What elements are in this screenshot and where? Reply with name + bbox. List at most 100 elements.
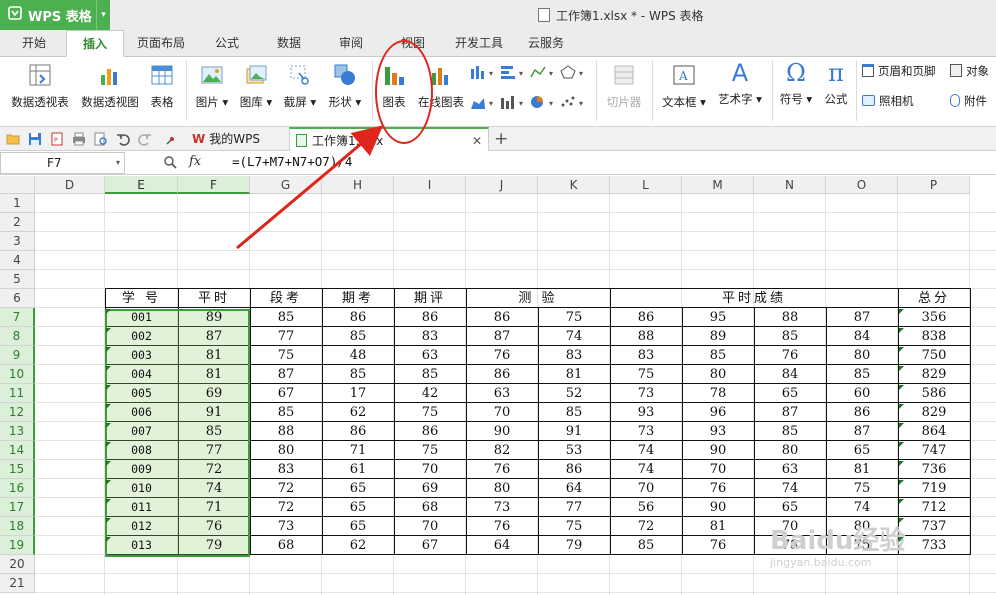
customize-toolbar-icon[interactable] — [165, 132, 179, 146]
table-cell[interactable]: 73 — [610, 384, 682, 403]
table-cell[interactable]: 012 — [105, 517, 178, 536]
table-cell[interactable]: 86 — [394, 308, 466, 327]
table-cell[interactable]: 009 — [105, 460, 178, 479]
table-cell[interactable]: 86 — [466, 308, 538, 327]
table-cell[interactable]: 829 — [898, 365, 970, 384]
table-cell[interactable]: 72 — [178, 460, 250, 479]
table-cell[interactable]: 87 — [826, 308, 898, 327]
zoom-search-icon[interactable] — [163, 155, 177, 169]
row-header-9[interactable]: 9 — [0, 346, 35, 365]
table-cell[interactable]: 95 — [682, 308, 754, 327]
table-cell[interactable]: 86 — [538, 460, 610, 479]
table-cell[interactable]: 80 — [754, 441, 826, 460]
table-cell[interactable]: 004 — [105, 365, 178, 384]
header-student-id[interactable]: 学 号 — [105, 289, 178, 308]
formula-input[interactable]: =(L7+M7+N7+O7)/4 — [232, 154, 352, 169]
table-cell[interactable]: 65 — [322, 517, 394, 536]
table-cell[interactable]: 88 — [754, 308, 826, 327]
header-footer-button[interactable]: 页眉和页脚 — [862, 63, 936, 79]
table-cell[interactable]: 76 — [682, 479, 754, 498]
column-header-N[interactable]: N — [754, 176, 826, 194]
table-cell[interactable]: 96 — [682, 403, 754, 422]
table-cell[interactable]: 53 — [538, 441, 610, 460]
tab-developer[interactable]: 开发工具 — [448, 30, 510, 57]
save-icon[interactable] — [28, 132, 42, 146]
table-cell[interactable]: 68 — [250, 536, 322, 555]
table-cell[interactable]: 86 — [394, 422, 466, 441]
table-cell[interactable]: 17 — [322, 384, 394, 403]
table-cell[interactable]: 85 — [754, 422, 826, 441]
table-cell[interactable]: 005 — [105, 384, 178, 403]
table-cell[interactable]: 87 — [178, 327, 250, 346]
table-cell[interactable]: 70 — [466, 403, 538, 422]
name-box[interactable]: F7 ▾ — [0, 152, 125, 174]
tab-cloud[interactable]: 云服务 — [518, 30, 574, 57]
table-cell[interactable]: 48 — [322, 346, 394, 365]
table-cell[interactable]: 71 — [178, 498, 250, 517]
row-header-17[interactable]: 17 — [0, 498, 35, 517]
table-cell[interactable]: 88 — [610, 327, 682, 346]
table-cell[interactable]: 73 — [250, 517, 322, 536]
table-cell[interactable]: 63 — [754, 460, 826, 479]
row-header-5[interactable]: 5 — [0, 270, 35, 289]
table-cell[interactable]: 76 — [466, 517, 538, 536]
table-cell[interactable]: 74 — [610, 460, 682, 479]
table-cell[interactable]: 75 — [538, 517, 610, 536]
table-cell[interactable]: 80 — [466, 479, 538, 498]
table-cell[interactable]: 65 — [322, 498, 394, 517]
table-cell[interactable]: 61 — [322, 460, 394, 479]
table-cell[interactable]: 85 — [538, 403, 610, 422]
tab-data[interactable]: 数据 — [264, 30, 314, 57]
table-cell[interactable]: 85 — [250, 403, 322, 422]
row-header-19[interactable]: 19 — [0, 536, 35, 555]
table-cell[interactable]: 87 — [466, 327, 538, 346]
table-cell[interactable]: 69 — [178, 384, 250, 403]
pie-chart-dropdown[interactable]: ▾ — [530, 95, 558, 112]
table-cell[interactable]: 838 — [898, 327, 970, 346]
area-chart-dropdown[interactable]: ▾ — [470, 95, 498, 112]
bar-chart-dropdown[interactable]: ▾ — [500, 65, 528, 82]
table-cell[interactable]: 62 — [322, 403, 394, 422]
row-header-1[interactable]: 1 — [0, 194, 35, 213]
row-header-10[interactable]: 10 — [0, 365, 35, 384]
column-header-H[interactable]: H — [322, 176, 394, 194]
table-cell[interactable]: 71 — [322, 441, 394, 460]
wps-app-menu-button[interactable]: WPS 表格 ▾ — [0, 0, 110, 30]
table-cell[interactable]: 74 — [826, 498, 898, 517]
table-cell[interactable]: 65 — [826, 441, 898, 460]
row-header-2[interactable]: 2 — [0, 213, 35, 232]
row-header-21[interactable]: 21 — [0, 574, 35, 593]
table-cell[interactable]: 60 — [826, 384, 898, 403]
table-cell[interactable]: 008 — [105, 441, 178, 460]
column-header-F[interactable]: F — [178, 176, 250, 194]
table-cell[interactable]: 63 — [466, 384, 538, 403]
table-cell[interactable]: 72 — [610, 517, 682, 536]
column-header-E[interactable]: E — [105, 176, 178, 194]
table-cell[interactable]: 75 — [250, 346, 322, 365]
table-cell[interactable]: 76 — [178, 517, 250, 536]
table-cell[interactable]: 736 — [898, 460, 970, 479]
table-cell[interactable]: 62 — [322, 536, 394, 555]
table-cell[interactable]: 75 — [394, 441, 466, 460]
insert-function-button[interactable]: fx — [189, 154, 201, 169]
table-cell[interactable]: 83 — [394, 327, 466, 346]
table-cell[interactable]: 88 — [250, 422, 322, 441]
row-header-18[interactable]: 18 — [0, 517, 35, 536]
tab-page-layout[interactable]: 页面布局 — [128, 30, 194, 57]
table-cell[interactable]: 75 — [538, 308, 610, 327]
scatter-chart-dropdown[interactable]: ▾ — [560, 95, 588, 112]
table-cell[interactable]: 86 — [322, 422, 394, 441]
table-cell[interactable]: 68 — [394, 498, 466, 517]
header-quiz[interactable]: 测 验 — [466, 289, 610, 308]
column-header-L[interactable]: L — [610, 176, 682, 194]
table-cell[interactable]: 81 — [538, 365, 610, 384]
table-cell[interactable]: 85 — [322, 365, 394, 384]
equation-button[interactable]: π 公式 — [820, 61, 852, 107]
table-cell[interactable]: 003 — [105, 346, 178, 365]
tab-formulas[interactable]: 公式 — [202, 30, 252, 57]
tab-review[interactable]: 审阅 — [326, 30, 376, 57]
pivot-table-button[interactable]: 数据透视表 — [6, 63, 74, 110]
tab-insert[interactable]: 插入 — [66, 30, 124, 57]
table-cell[interactable]: 737 — [898, 517, 970, 536]
row-header-16[interactable]: 16 — [0, 479, 35, 498]
